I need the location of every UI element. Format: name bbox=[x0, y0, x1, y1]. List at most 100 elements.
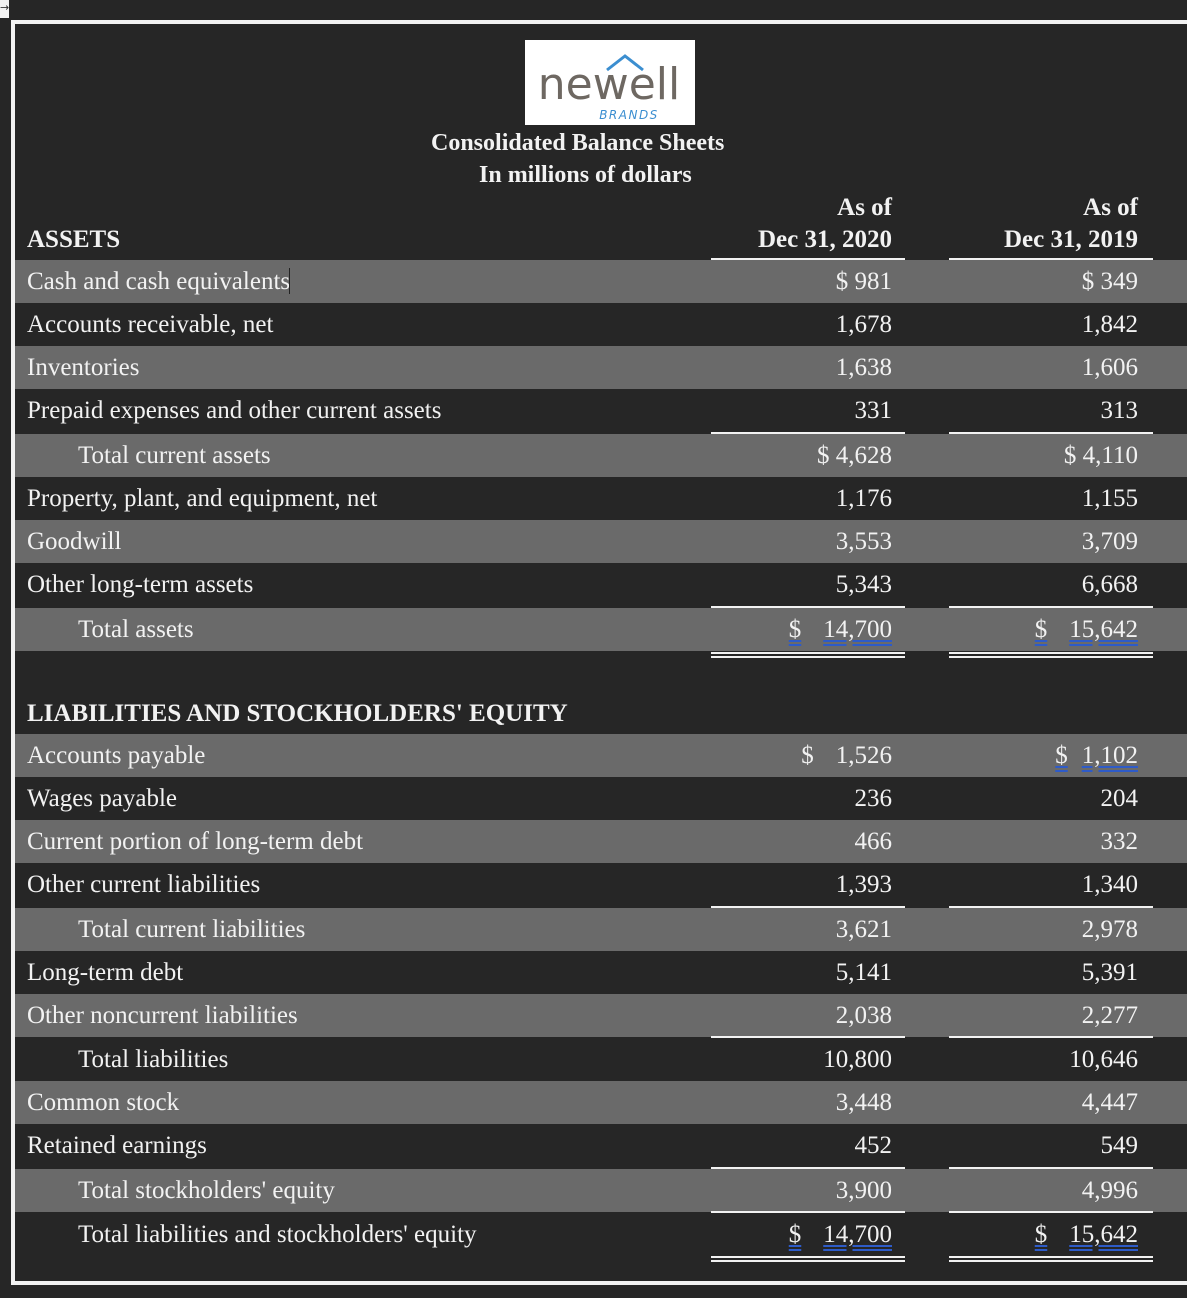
row-label: Total liabilities bbox=[78, 1046, 229, 1073]
value-2019: 2,978 bbox=[1081, 916, 1138, 943]
balance-sheet-frame: newell BRANDS Consolidated Balance Sheet… bbox=[11, 20, 1187, 1285]
corner-tab: → bbox=[0, 0, 9, 18]
table-row: Total liabilities 10,800 10,646 bbox=[15, 1038, 1187, 1081]
double-rule bbox=[949, 1256, 1153, 1258]
value-2020: 236 bbox=[854, 785, 893, 812]
value-2019: 2,277 bbox=[1081, 1002, 1138, 1029]
row-label: Long-term debt bbox=[27, 959, 184, 986]
value-2019: 313 bbox=[1100, 397, 1139, 424]
text-cursor bbox=[289, 268, 291, 294]
value-2019: 1,842 bbox=[1081, 311, 1138, 338]
value-2020: 3,900 bbox=[835, 1177, 892, 1204]
table-row: Accounts payable $1,526 $1,102 bbox=[15, 734, 1187, 777]
value-2019: $1,102 bbox=[1055, 742, 1138, 769]
value-2020: $14,700 bbox=[788, 616, 892, 643]
row-label: Total current liabilities bbox=[78, 916, 306, 943]
value-2019: 1,340 bbox=[1081, 871, 1138, 898]
arrow-icon: → bbox=[0, 1, 10, 14]
table-row: Total current assets $ 4,628 $ 4,110 bbox=[15, 434, 1187, 477]
value-2019: 1,155 bbox=[1081, 485, 1138, 512]
value-2020: 3,553 bbox=[835, 528, 892, 555]
logo-subtext: BRANDS bbox=[599, 108, 659, 122]
row-label: Common stock bbox=[27, 1089, 180, 1116]
value-2020: $14,700 bbox=[788, 1221, 892, 1248]
value-2020: 1,678 bbox=[835, 311, 892, 338]
row-label: Inventories bbox=[27, 354, 140, 381]
table-row: Other noncurrent liabilities 2,038 2,277 bbox=[15, 994, 1187, 1037]
value-2019: 5,391 bbox=[1081, 959, 1138, 986]
double-rule bbox=[949, 656, 1153, 658]
logo-wordmark: newell bbox=[538, 59, 680, 110]
value-2020: 5,141 bbox=[835, 959, 892, 986]
value-2020: 1,393 bbox=[835, 871, 892, 898]
liabilities-heading: LIABILITIES AND STOCKHOLDERS' EQUITY bbox=[27, 700, 568, 727]
table-row: Total liabilities and stockholders' equi… bbox=[15, 1213, 1187, 1256]
row-label: Other long-term assets bbox=[27, 571, 254, 598]
table-row: Goodwill 3,553 3,709 bbox=[15, 520, 1187, 563]
table-row: Other current liabilities 1,393 1,340 bbox=[15, 863, 1187, 906]
table-row: Total stockholders' equity 3,900 4,996 bbox=[15, 1169, 1187, 1212]
row-label: Current portion of long-term debt bbox=[27, 828, 364, 855]
row-label: Accounts payable bbox=[27, 742, 206, 769]
row-label: Other current liabilities bbox=[27, 871, 261, 898]
table-row: Property, plant, and equipment, net 1,17… bbox=[15, 477, 1187, 520]
column-header-2019: As of Dec 31, 2019 bbox=[1004, 192, 1138, 256]
table-row: Inventories 1,638 1,606 bbox=[15, 346, 1187, 389]
row-label: Goodwill bbox=[27, 528, 122, 555]
double-rule bbox=[711, 1256, 905, 1258]
value-2020: $ 981 bbox=[835, 268, 892, 295]
value-2020: 3,448 bbox=[835, 1089, 892, 1116]
value-2019: $ 349 bbox=[1081, 268, 1138, 295]
assets-heading: ASSETS bbox=[27, 226, 121, 253]
table-row: Current portion of long-term debt 466 33… bbox=[15, 820, 1187, 863]
row-label: Total stockholders' equity bbox=[78, 1177, 335, 1204]
column-header-line2: Dec 31, 2019 bbox=[1004, 226, 1138, 253]
value-2019: $ 4,110 bbox=[1063, 442, 1138, 469]
row-label: Total current assets bbox=[78, 442, 271, 469]
table-row: Long-term debt 5,141 5,391 bbox=[15, 951, 1187, 994]
row-label: Property, plant, and equipment, net bbox=[27, 485, 378, 512]
table-row: Prepaid expenses and other current asset… bbox=[15, 389, 1187, 432]
value-2020: 3,621 bbox=[835, 916, 892, 943]
value-2019: 1,606 bbox=[1081, 354, 1138, 381]
value-2019: $15,642 bbox=[1034, 616, 1138, 643]
value-2020: $ 4,628 bbox=[817, 442, 892, 469]
value-2020: 1,638 bbox=[835, 354, 892, 381]
report-subtitle: In millions of dollars bbox=[479, 162, 692, 188]
row-label: Total liabilities and stockholders' equi… bbox=[78, 1221, 477, 1248]
value-2020: $1,526 bbox=[801, 742, 892, 769]
table-row: Retained earnings 452 549 bbox=[15, 1124, 1187, 1167]
double-rule bbox=[711, 656, 905, 658]
value-2019: 4,996 bbox=[1081, 1177, 1138, 1204]
value-2020: 331 bbox=[854, 397, 893, 424]
value-2019: 204 bbox=[1100, 785, 1139, 812]
value-2019: $15,642 bbox=[1034, 1221, 1138, 1248]
row-label: Total assets bbox=[78, 616, 194, 643]
table-row: Common stock 3,448 4,447 bbox=[15, 1081, 1187, 1124]
double-rule bbox=[949, 1260, 1153, 1262]
report-title: Consolidated Balance Sheets bbox=[431, 130, 725, 156]
row-label: Other noncurrent liabilities bbox=[27, 1002, 298, 1029]
row-label: Wages payable bbox=[27, 785, 177, 812]
value-2019: 6,668 bbox=[1081, 571, 1138, 598]
table-row: Accounts receivable, net 1,678 1,842 bbox=[15, 303, 1187, 346]
double-rule bbox=[949, 652, 1153, 654]
table-row: Total current liabilities 3,621 2,978 bbox=[15, 908, 1187, 951]
table-row: Cash and cash equivalents $ 981 $ 349 bbox=[15, 260, 1187, 303]
column-header-line2: Dec 31, 2020 bbox=[758, 226, 892, 253]
column-header-line1: As of bbox=[837, 194, 892, 221]
row-label: Cash and cash equivalents bbox=[27, 268, 291, 295]
table-row: Total assets $14,700 $15,642 bbox=[15, 608, 1187, 651]
value-2019: 332 bbox=[1100, 828, 1139, 855]
newell-brands-logo: newell BRANDS bbox=[525, 40, 695, 125]
value-2019: 3,709 bbox=[1081, 528, 1138, 555]
double-rule bbox=[711, 1260, 905, 1262]
column-header-line1: As of bbox=[1083, 194, 1138, 221]
table-row: Other long-term assets 5,343 6,668 bbox=[15, 563, 1187, 606]
value-2020: 452 bbox=[854, 1132, 893, 1159]
column-header-2020: As of Dec 31, 2020 bbox=[758, 192, 892, 256]
value-2020: 5,343 bbox=[835, 571, 892, 598]
table-row: Wages payable 236 204 bbox=[15, 777, 1187, 820]
value-2019: 4,447 bbox=[1081, 1089, 1138, 1116]
value-2019: 10,646 bbox=[1069, 1046, 1138, 1073]
